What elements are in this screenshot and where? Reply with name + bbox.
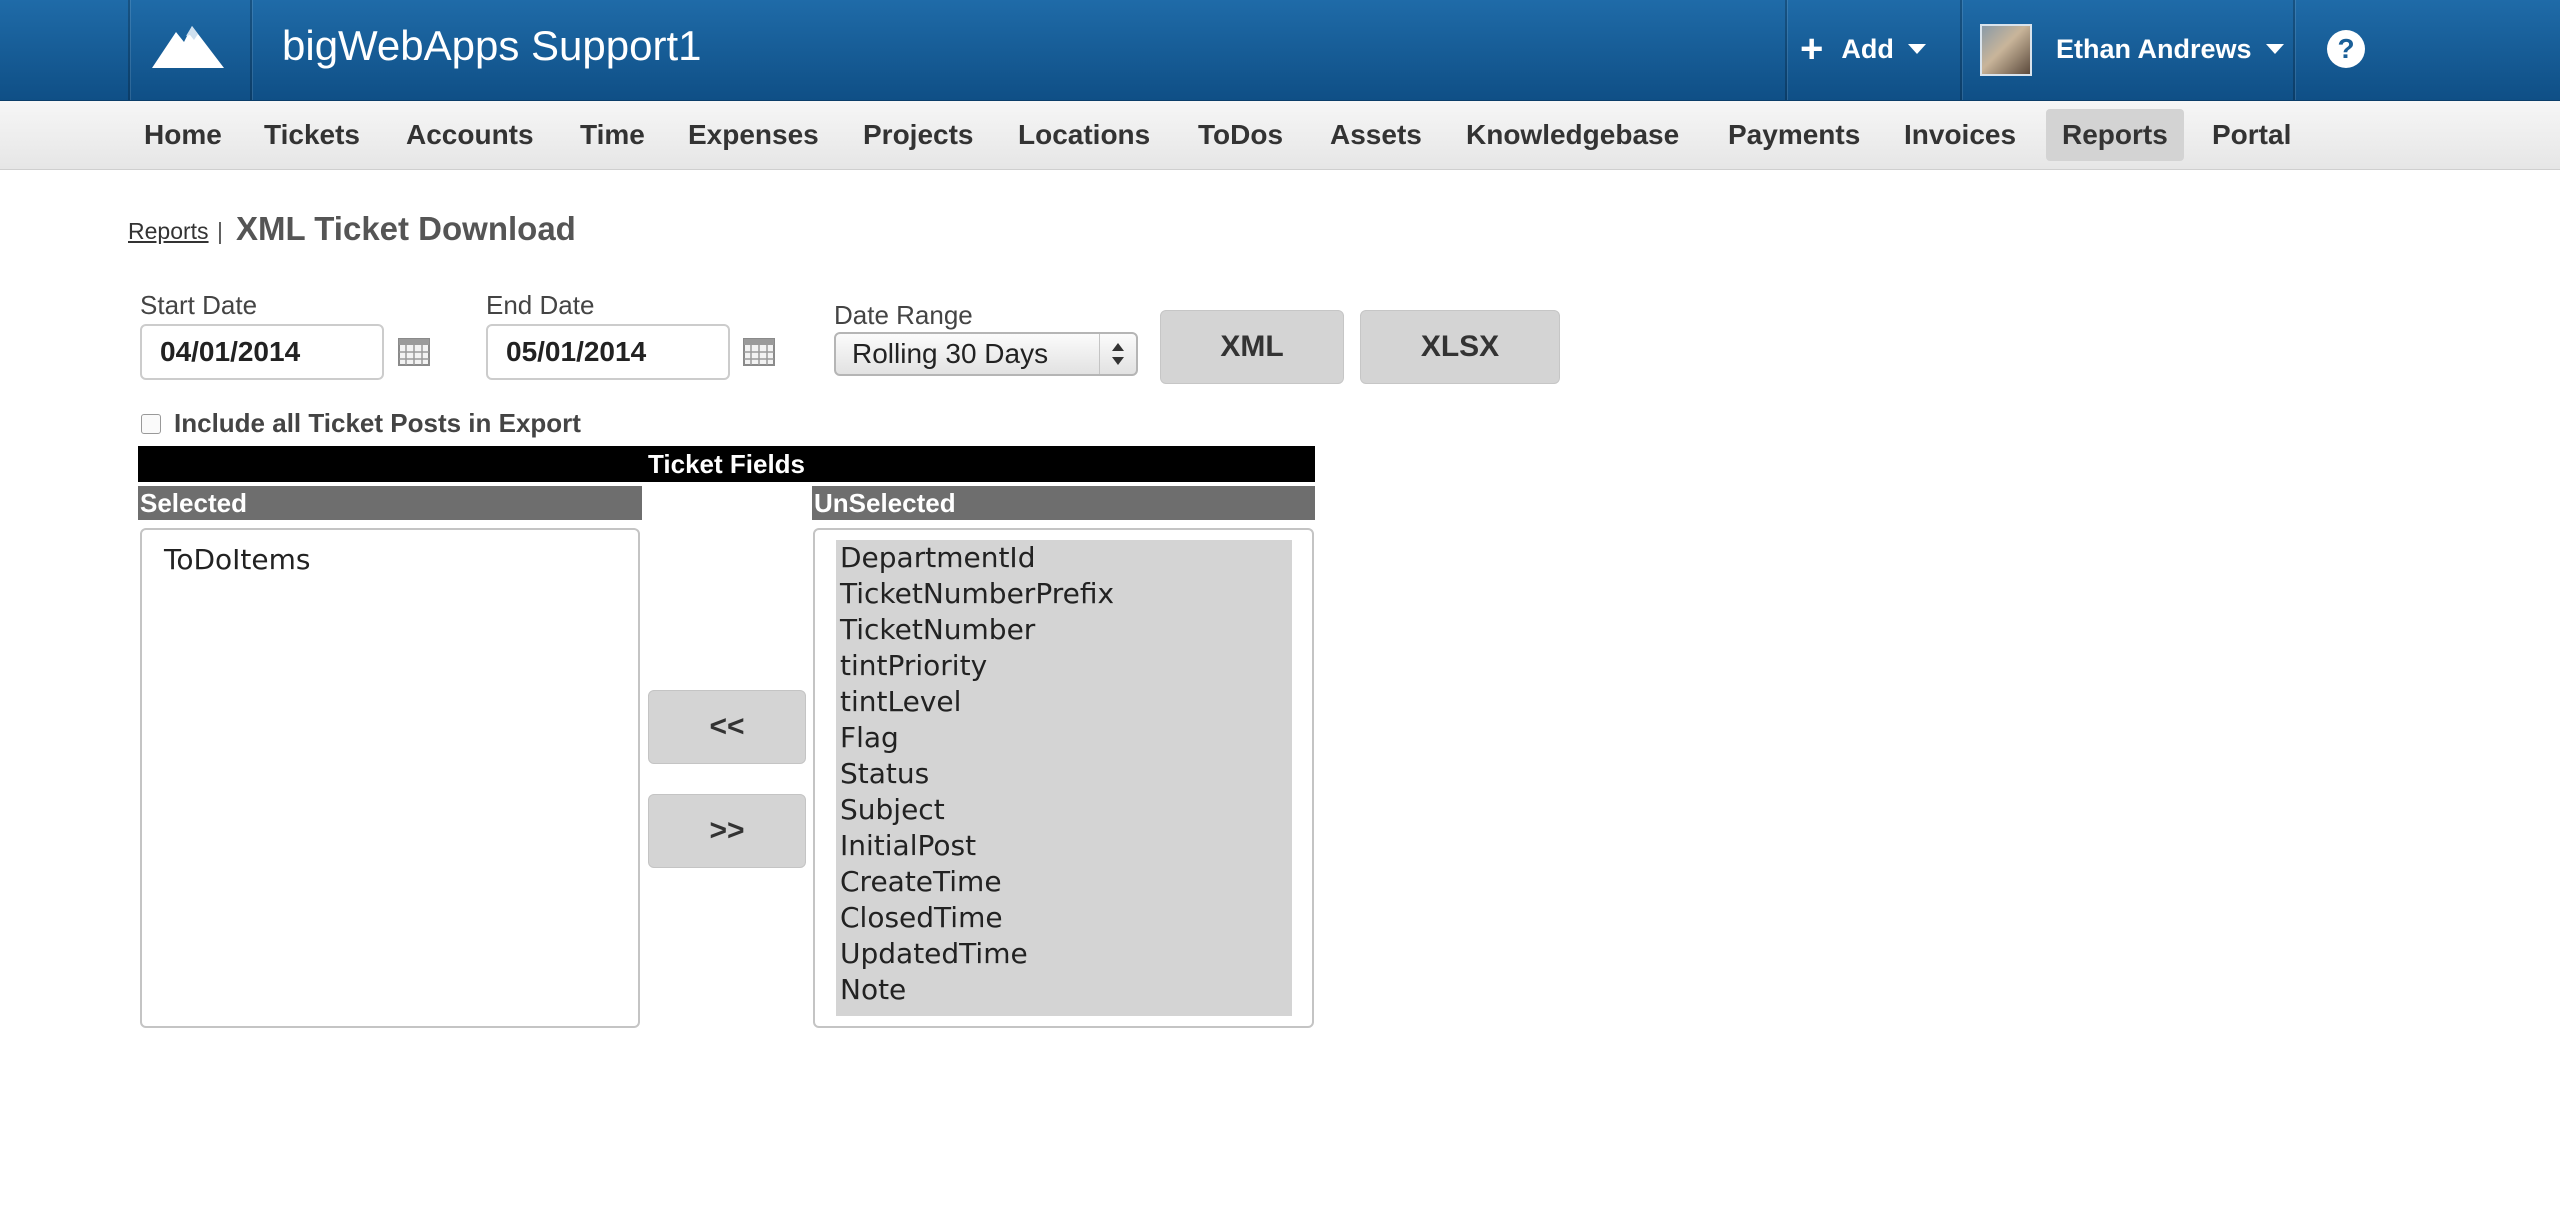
date-range-label: Date Range <box>834 300 973 330</box>
header-divider <box>250 0 252 100</box>
plus-icon: + <box>1800 27 1824 71</box>
calendar-icon[interactable] <box>743 338 775 366</box>
unselected-column-header: UnSelected <box>812 486 1315 520</box>
add-menu-label: Add <box>1841 33 1894 64</box>
nav-item-invoices[interactable]: Invoices <box>1888 109 2032 161</box>
nav-item-expenses[interactable]: Expenses <box>672 109 835 161</box>
list-item[interactable]: InitialPost <box>836 828 1292 864</box>
list-item[interactable]: TicketNumberPrefix <box>836 576 1292 612</box>
nav-item-locations[interactable]: Locations <box>1002 109 1166 161</box>
app-title[interactable]: bigWebApps Support1 <box>282 22 702 70</box>
nav-item-knowledgebase[interactable]: Knowledgebase <box>1450 109 1695 161</box>
user-menu-button[interactable]: Ethan Andrews <box>2056 24 2284 74</box>
unselected-fields-options[interactable]: DepartmentId TicketNumberPrefix TicketNu… <box>836 540 1292 1016</box>
list-item[interactable]: CreateTime <box>836 864 1292 900</box>
include-posts-checkbox[interactable] <box>141 414 161 434</box>
list-item[interactable]: Status <box>836 756 1292 792</box>
nav-item-home[interactable]: Home <box>128 109 238 161</box>
nav-item-time[interactable]: Time <box>564 109 661 161</box>
list-item[interactable]: Flag <box>836 720 1292 756</box>
list-item[interactable]: tintPriority <box>836 648 1292 684</box>
add-menu-button[interactable]: + Add <box>1800 24 1926 74</box>
caret-down-icon <box>2265 44 2284 54</box>
date-range-value: Rolling 30 Days <box>852 338 1049 369</box>
breadcrumb-separator: | <box>217 218 223 244</box>
page-title: XML Ticket Download <box>236 210 576 247</box>
user-name: Ethan Andrews <box>2056 33 2252 64</box>
help-icon[interactable]: ? <box>2327 30 2365 68</box>
avatar[interactable] <box>1980 24 2032 76</box>
nav-item-assets[interactable]: Assets <box>1314 109 1438 161</box>
include-posts-label[interactable]: Include all Ticket Posts in Export <box>174 408 581 439</box>
nav-item-accounts[interactable]: Accounts <box>390 109 550 161</box>
nav-item-reports[interactable]: Reports <box>2046 109 2184 161</box>
mountain-logo-icon[interactable] <box>150 18 226 72</box>
selected-fields-list[interactable]: ToDoItems <box>140 528 640 1028</box>
nav-item-projects[interactable]: Projects <box>847 109 990 161</box>
end-date-input[interactable] <box>486 324 730 380</box>
selected-column-header: Selected <box>138 486 642 520</box>
list-item[interactable]: ToDoItems <box>164 542 311 578</box>
top-header: bigWebApps Support1 + Add Ethan Andrews … <box>0 0 2560 101</box>
xlsx-button[interactable]: XLSX <box>1360 310 1560 384</box>
nav-item-todos[interactable]: ToDos <box>1182 109 1299 161</box>
list-item[interactable]: Subject <box>836 792 1292 828</box>
main-nav: Home Tickets Accounts Time Expenses Proj… <box>0 101 2560 170</box>
header-divider <box>1960 0 1962 100</box>
xml-button[interactable]: XML <box>1160 310 1344 384</box>
nav-item-portal[interactable]: Portal <box>2196 109 2307 161</box>
start-date-input[interactable] <box>140 324 384 380</box>
header-divider <box>2293 0 2295 100</box>
nav-item-tickets[interactable]: Tickets <box>248 109 376 161</box>
date-range-select[interactable]: Rolling 30 Days <box>834 332 1138 376</box>
list-item[interactable]: Note <box>836 972 1292 1008</box>
list-item[interactable]: TicketNumber <box>836 612 1292 648</box>
start-date-label: Start Date <box>140 290 258 320</box>
move-right-button[interactable]: >> <box>648 794 806 868</box>
caret-down-icon <box>1907 44 1926 54</box>
nav-item-payments[interactable]: Payments <box>1712 109 1876 161</box>
ticket-fields-header: Ticket Fields <box>138 446 1315 482</box>
header-divider <box>128 0 130 100</box>
list-item[interactable]: ClosedTime <box>836 900 1292 936</box>
list-item[interactable]: DepartmentId <box>836 540 1292 576</box>
calendar-icon[interactable] <box>398 338 430 366</box>
header-divider <box>1785 0 1787 100</box>
list-item[interactable]: UpdatedTime <box>836 936 1292 972</box>
move-left-button[interactable]: << <box>648 690 806 764</box>
list-item[interactable]: tintLevel <box>836 684 1292 720</box>
end-date-label: End Date <box>486 290 595 320</box>
breadcrumb-reports-link[interactable]: Reports <box>128 218 209 245</box>
select-arrows-icon <box>1099 334 1124 374</box>
